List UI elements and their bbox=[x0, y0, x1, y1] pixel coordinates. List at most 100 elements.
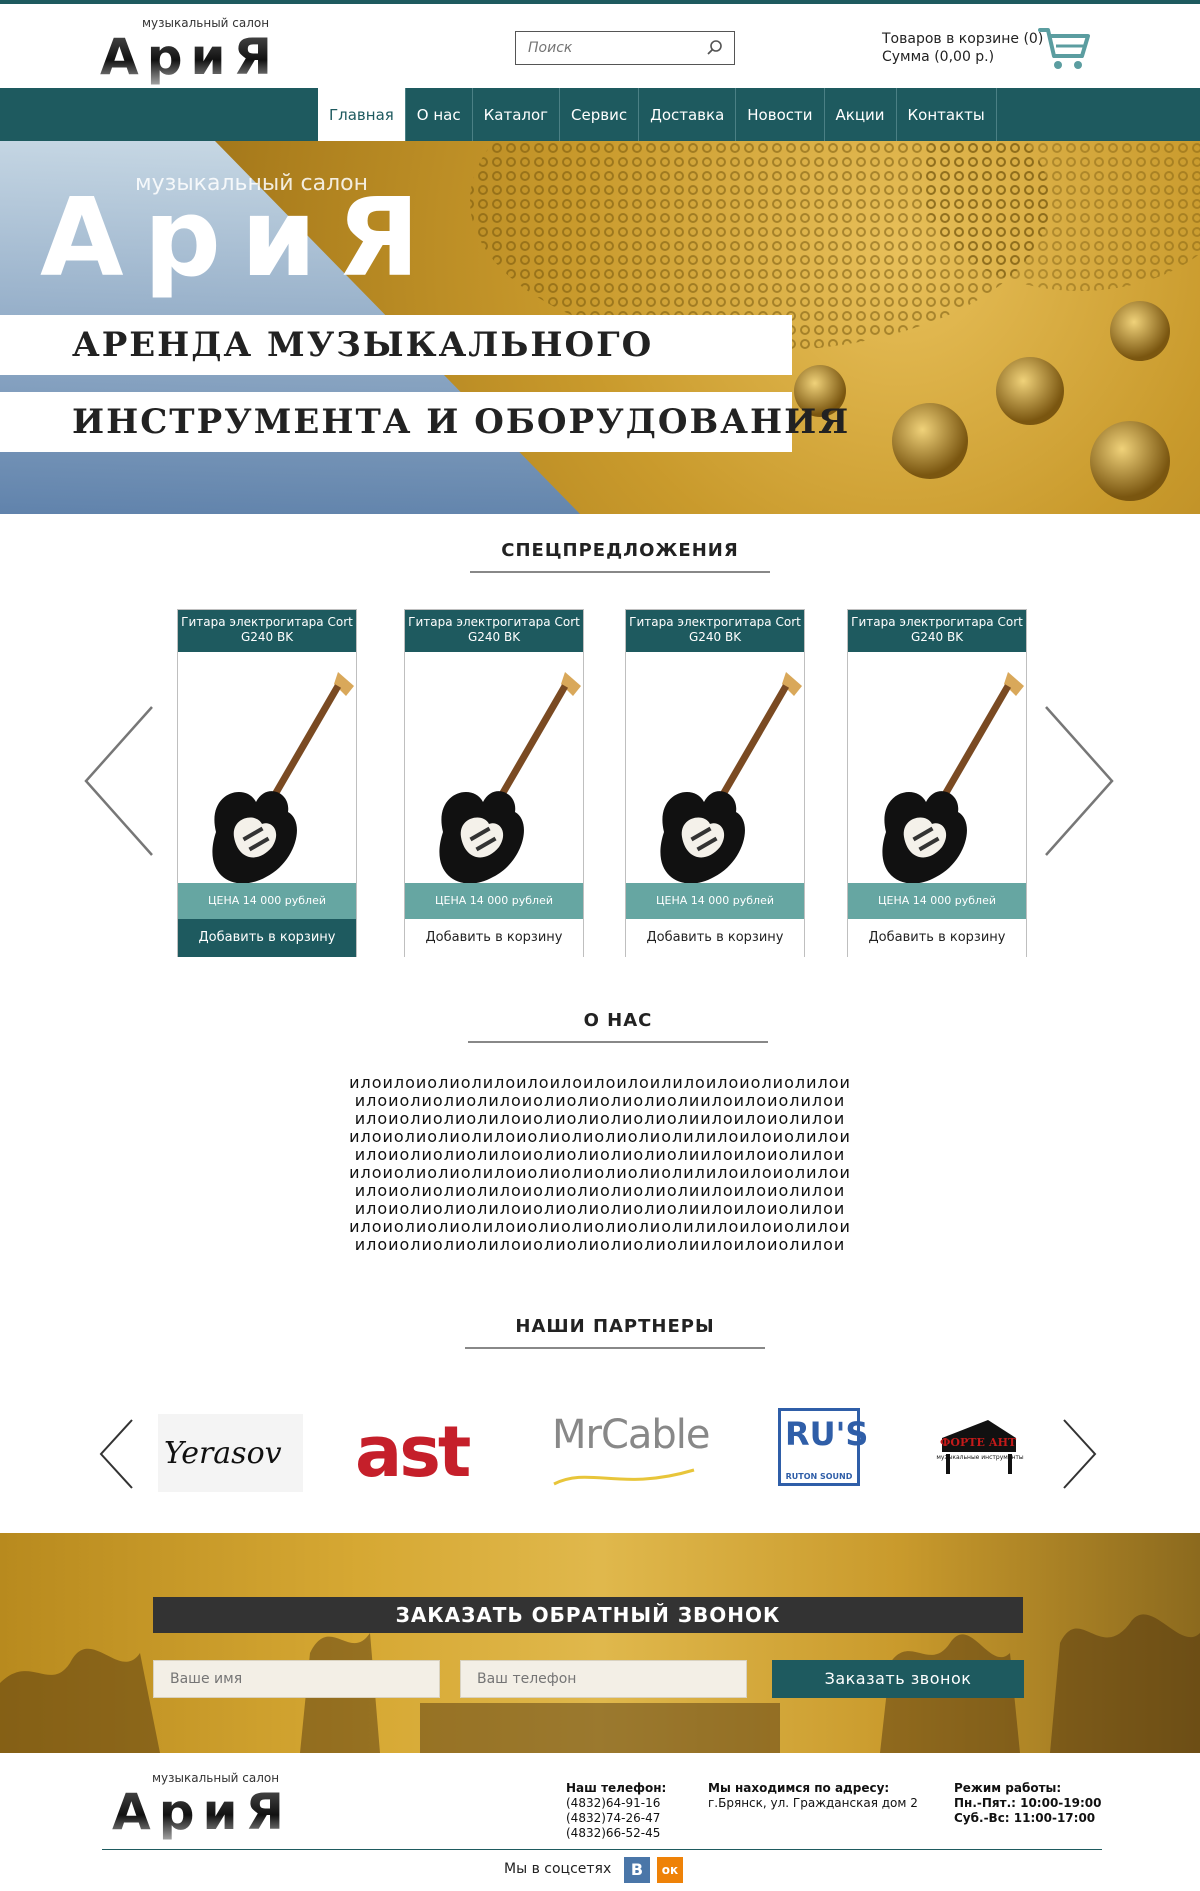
footer: музыкальный салон АриЯ Наш телефон: (483… bbox=[0, 1753, 1200, 1891]
hero-banner: музыкальный салон АриЯ АРЕНДА МУЗЫКАЛЬНО… bbox=[0, 141, 1200, 514]
callback-section: ЗАКАЗАТЬ ОБРАТНЫЙ ЗВОНОК Заказать звонок bbox=[0, 1533, 1200, 1753]
partner-logo-mrcable[interactable]: MrCable bbox=[550, 1410, 711, 1494]
about-text-line: илоиолиолиолилоиолиолиолиолиолилилоилоио… bbox=[349, 1217, 851, 1236]
hero-headline-line-2: ИНСТРУМЕНТА И ОБОРУДОВАНИЯ bbox=[72, 402, 851, 442]
product-name[interactable]: Гитара электрогитара Cort G240 BK bbox=[848, 610, 1026, 652]
about-text-line: илоиолиолиолилоиолиолиолиолиолиилоилоиол… bbox=[354, 1199, 846, 1218]
callback-submit-button[interactable]: Заказать звонок bbox=[772, 1660, 1024, 1698]
callback-name-input[interactable] bbox=[153, 1660, 440, 1698]
carousel-next-arrow-icon[interactable] bbox=[1044, 705, 1116, 857]
logo-word: АриЯ bbox=[100, 28, 281, 86]
product-card: Гитара электрогитара Cort G240 BK ЦЕНА 1… bbox=[404, 609, 584, 957]
product-card: Гитара электрогитара Cort G240 BK ЦЕНА 1… bbox=[177, 609, 357, 957]
about-text-line: илоилоиолиолилоилоилоилоилоилилоилоиолио… bbox=[349, 1073, 851, 1092]
footer-phone-title: Наш телефон: bbox=[566, 1781, 667, 1795]
hero-logo: музыкальный салон АриЯ bbox=[40, 171, 460, 301]
about-text-line: илоиолиолиолилоиолиолиолиолиолилилоилоио… bbox=[349, 1127, 851, 1146]
nav-item-service[interactable]: Сервис bbox=[560, 88, 640, 141]
hero-headline-strip-1: АРЕНДА МУЗЫКАЛЬНОГО bbox=[0, 315, 792, 375]
product-name[interactable]: Гитара электрогитара Cort G240 BK bbox=[178, 610, 356, 652]
vk-icon[interactable]: В bbox=[624, 1857, 650, 1883]
footer-divider bbox=[102, 1849, 1102, 1850]
guitar-image[interactable] bbox=[178, 652, 356, 892]
product-name[interactable]: Гитара электрогитара Cort G240 BK bbox=[626, 610, 804, 652]
partner-name: Yerasov bbox=[164, 1436, 282, 1471]
add-to-cart-button[interactable]: Добавить в корзину bbox=[848, 919, 1026, 957]
about-text-line: илоиолиолиолилоиолиолиолиолиолилилоилоио… bbox=[349, 1163, 851, 1182]
product-name[interactable]: Гитара электрогитара Cort G240 BK bbox=[405, 610, 583, 652]
callback-title: ЗАКАЗАТЬ ОБРАТНЫЙ ЗВОНОК bbox=[153, 1597, 1023, 1633]
search-input[interactable] bbox=[516, 32, 696, 64]
footer-phone[interactable]: (4832)64-91-16 bbox=[566, 1796, 666, 1811]
partner-name: RU'S bbox=[785, 1415, 869, 1453]
partner-name: MrCable bbox=[552, 1412, 711, 1458]
add-to-cart-button[interactable]: Добавить в корзину bbox=[626, 919, 804, 957]
nav-item-delivery[interactable]: Доставка bbox=[639, 88, 737, 141]
product-card: Гитара электрогитара Cort G240 BK ЦЕНА 1… bbox=[625, 609, 805, 957]
nav-item-home[interactable]: Главная bbox=[318, 88, 406, 141]
callback-phone-input[interactable] bbox=[460, 1660, 747, 1698]
partner-sub: RUTON SOUND bbox=[785, 1472, 853, 1481]
footer-logo[interactable]: музыкальный салон АриЯ bbox=[112, 1771, 332, 1851]
guitar-image[interactable] bbox=[626, 652, 804, 892]
about-text: илоилоиолиолилоилоилоилоилоилилоилоиолио… bbox=[300, 1074, 900, 1254]
footer-address-text: г.Брянск, ул. Гражданская дом 2 bbox=[708, 1796, 918, 1810]
crowd-background bbox=[0, 1614, 1200, 1753]
footer-hours-weekdays: Пн.-Пят.: 10:00-19:00 bbox=[954, 1796, 1102, 1810]
about-text-line: илоиолиолиолилоиолиолиолиолиолиилоилоиол… bbox=[354, 1109, 846, 1128]
nav-item-about[interactable]: О нас bbox=[406, 88, 473, 141]
guitar-image[interactable] bbox=[848, 652, 1026, 892]
header: музыкальный салон АриЯ Товаров в корзине… bbox=[0, 4, 1200, 88]
cart-icon[interactable] bbox=[1038, 24, 1092, 72]
footer-hours-title: Режим работы: bbox=[954, 1781, 1062, 1795]
partner-logo-forteant[interactable]: ФОРТЕ АНТ музыкальные инструменты bbox=[930, 1412, 1030, 1494]
guitar-image[interactable] bbox=[405, 652, 583, 892]
product-price: ЦЕНА 14 000 рублей bbox=[626, 883, 804, 919]
hero-headline-line-1: АРЕНДА МУЗЫКАЛЬНОГО bbox=[72, 325, 654, 365]
nav-item-contacts[interactable]: Контакты bbox=[897, 88, 997, 141]
add-to-cart-button[interactable]: Добавить в корзину bbox=[405, 919, 583, 957]
search-icon[interactable] bbox=[706, 39, 724, 57]
partner-name: ast bbox=[355, 1411, 471, 1493]
footer-hours-weekend: Суб.-Вс: 11:00-17:00 bbox=[954, 1811, 1096, 1825]
partner-sub: музыкальные инструменты bbox=[936, 1454, 1024, 1461]
hero-logo-word: АриЯ bbox=[40, 176, 440, 301]
specials-title: СПЕЦПРЕДЛОЖЕНИЯ bbox=[470, 540, 770, 573]
nav-item-catalog[interactable]: Каталог bbox=[473, 88, 561, 141]
product-price: ЦЕНА 14 000 рублей bbox=[405, 883, 583, 919]
odnoklassniki-icon[interactable]: ок bbox=[657, 1857, 683, 1883]
cart-items-count: Товаров в корзине (0) bbox=[882, 31, 1044, 47]
footer-phones: Наш телефон: (4832)64-91-16 (4832)74-26-… bbox=[566, 1781, 666, 1841]
hero-headline-strip-2: ИНСТРУМЕНТА И ОБОРУДОВАНИЯ bbox=[0, 392, 848, 452]
cart-summary[interactable]: Товаров в корзине (0) Сумма (0,00 р.) bbox=[882, 30, 1043, 66]
partner-logo-ast[interactable]: ast bbox=[355, 1412, 485, 1494]
footer-logo-word: АриЯ bbox=[112, 1783, 293, 1841]
about-text-line: илоиолиолиолилоиолиолиолиолиолиилоилоиол… bbox=[354, 1145, 846, 1164]
nav-item-news[interactable]: Новости bbox=[736, 88, 825, 141]
product-price: ЦЕНА 14 000 рублей bbox=[848, 883, 1026, 919]
nav-item-promotions[interactable]: Акции bbox=[825, 88, 897, 141]
partners-next-arrow-icon[interactable] bbox=[1062, 1418, 1098, 1490]
cart-sum: Сумма (0,00 р.) bbox=[882, 49, 995, 65]
search-box bbox=[515, 31, 735, 65]
product-card: Гитара электрогитара Cort G240 BK ЦЕНА 1… bbox=[847, 609, 1027, 957]
site-logo[interactable]: музыкальный салон АриЯ bbox=[100, 14, 310, 86]
footer-phone[interactable]: (4832)66-52-45 bbox=[566, 1826, 666, 1841]
social-label: Мы в соцсетях bbox=[504, 1861, 612, 1877]
partners-prev-arrow-icon[interactable] bbox=[98, 1418, 134, 1490]
about-text-line: илоиолиолиолилоиолиолиолиолиолиилоилоиол… bbox=[354, 1091, 846, 1110]
partner-logo-rutonsound[interactable]: RU'S RUTON SOUND bbox=[778, 1408, 868, 1486]
main-nav: Главная О нас Каталог Сервис Доставка Но… bbox=[0, 88, 1200, 141]
carousel-prev-arrow-icon[interactable] bbox=[82, 705, 154, 857]
about-text-line: илоиолиолиолилоиолиолиолиолиолиилоилоиол… bbox=[354, 1181, 846, 1200]
about-text-line: илоиолиолиолилоиолиолиолиолиолиилоилоиол… bbox=[354, 1235, 846, 1254]
product-price: ЦЕНА 14 000 рублей bbox=[178, 883, 356, 919]
add-to-cart-button[interactable]: Добавить в корзину bbox=[178, 919, 356, 957]
footer-hours: Режим работы: Пн.-Пят.: 10:00-19:00 Суб.… bbox=[954, 1781, 1102, 1826]
partner-name: ФОРТЕ АНТ bbox=[940, 1436, 1017, 1449]
footer-phone[interactable]: (4832)74-26-47 bbox=[566, 1811, 666, 1826]
partner-logo-yerasov[interactable]: Yerasov bbox=[158, 1414, 303, 1492]
mrcable-wave-icon bbox=[553, 1468, 695, 1486]
about-title: О НАС bbox=[468, 1010, 768, 1043]
partners-title: НАШИ ПАРТНЕРЫ bbox=[465, 1316, 765, 1349]
